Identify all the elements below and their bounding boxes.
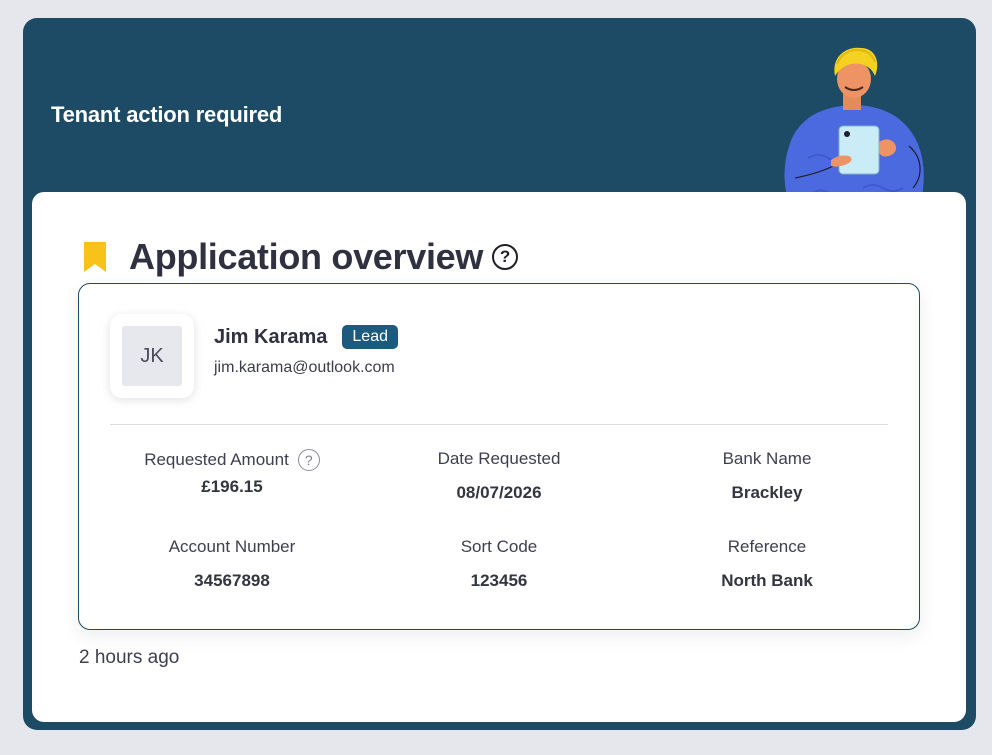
field-value: 34567898 (194, 571, 270, 590)
tenant-action-panel: Tenant action required Application overv (23, 18, 976, 730)
applicant-email: jim.karama@outlook.com (214, 359, 395, 376)
avatar: JK (110, 314, 194, 398)
avatar-initials: JK (122, 326, 182, 386)
timestamp: 2 hours ago (79, 647, 180, 668)
section-header: Application overview ? (84, 236, 519, 278)
field-value: £196.15 (201, 477, 263, 496)
field-label: Requested Amount (144, 450, 289, 469)
applicant-name: Jim Karama (214, 325, 328, 348)
question-circle-icon[interactable]: ? (297, 449, 320, 471)
field-sort-code: Sort Code 123456 (379, 537, 619, 591)
field-value: 123456 (470, 571, 528, 590)
divider (110, 424, 888, 425)
banner-title: Tenant action required (51, 102, 283, 127)
field-bank-name: Bank Name Brackley (647, 449, 887, 503)
field-value: Brackley (731, 483, 803, 502)
field-label: Reference (727, 537, 807, 556)
lead-badge: Lead (342, 325, 398, 349)
bookmark-icon (84, 242, 106, 272)
person-with-tablet-illustration (753, 47, 953, 210)
field-label: Bank Name (722, 449, 812, 468)
section-title: Application overview (129, 236, 484, 277)
field-label: Sort Code (460, 537, 538, 556)
applicant-details-card: JK Jim Karama Lead jim.karama@outlook.co… (78, 283, 920, 630)
field-label: Account Number (168, 537, 296, 556)
field-date-requested: Date Requested 08/07/2026 (379, 449, 619, 503)
field-value: 08/07/2026 (456, 483, 542, 502)
application-overview-card: Application overview ? JK Jim Karama Lea… (32, 192, 966, 722)
field-account-number: Account Number 34567898 (112, 537, 352, 591)
question-circle-icon[interactable]: ? (492, 244, 519, 270)
field-label: Date Requested (437, 449, 561, 468)
applicant-name-row: Jim Karama Lead (214, 325, 398, 349)
field-value: North Bank (721, 571, 813, 590)
field-requested-amount: Requested Amount ? £196.15 (112, 449, 352, 497)
field-reference: Reference North Bank (647, 537, 887, 591)
